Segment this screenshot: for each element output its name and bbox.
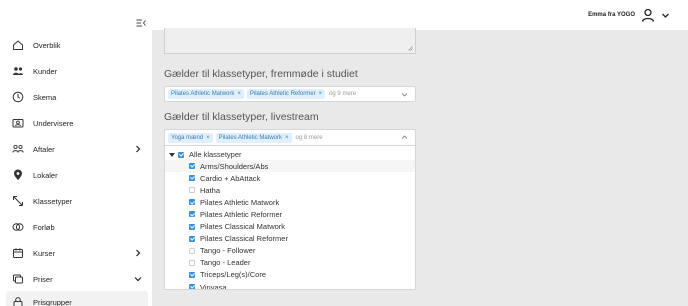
sidebar-item-label: Klassetyper (33, 196, 73, 206)
sidebar-item-label: Prisgrupper (33, 297, 72, 306)
tree-item-label: Tango - Leader (200, 258, 251, 268)
sidebar-item-label: Undervisere (33, 118, 74, 128)
selected-chip: Yoga mænd × (168, 132, 213, 143)
resize-handle-icon[interactable] (408, 46, 413, 51)
sidebar-item-aftaler[interactable]: Aftaler (6, 138, 148, 160)
selected-chip: Pilates Athletic Reformer × (246, 89, 326, 99)
tree-item-checkbox[interactable] (189, 284, 195, 289)
collapse-sidebar-icon[interactable] (136, 18, 146, 28)
lock-icon (13, 297, 23, 306)
people-icon (12, 144, 24, 153)
sidebar-item-kurser[interactable]: Kurser (6, 242, 148, 264)
tree-item-checkbox[interactable] (189, 235, 195, 242)
rings-icon (12, 223, 24, 231)
user-name: Emma fra YOGO (588, 12, 635, 18)
tree-root[interactable]: Alle klassetyper (169, 150, 242, 159)
sidebar-item-undervisere[interactable]: Undervisere (6, 112, 148, 134)
user-menu[interactable]: Emma fra YOGO (588, 8, 670, 22)
description-textarea[interactable] (164, 28, 416, 54)
tree-root-label: Alle klassetyper (189, 150, 242, 159)
classtypes-tree-dropdown: Alle klassetyper Arms/Shoulders/Abs Cardi… (164, 146, 416, 290)
livestream-classtypes-select[interactable]: Yoga mænd × Pilates Athletic Matwork × og … (164, 129, 416, 146)
tree-item-label: Triceps/Leg(s)/Core (200, 270, 266, 280)
tree-item-checkbox[interactable] (189, 223, 195, 230)
sidebar-item-label: Kurser (33, 248, 56, 258)
clock-icon (12, 91, 24, 103)
sidebar-item-forlob[interactable]: Forløb (6, 216, 148, 238)
tree-item[interactable]: Tango - Follower (189, 245, 415, 257)
tree-item-label: Vinyasa (200, 282, 227, 290)
users-icon (13, 67, 23, 75)
chevron-down-icon[interactable] (401, 91, 408, 98)
user-icon (641, 8, 655, 22)
tree-item-label: Arms/Shoulders/Abs (200, 161, 269, 171)
sidebar: Overblik Kunder Skema Undervisere Aftale… (0, 0, 152, 306)
more-count: og 8 mere (295, 134, 323, 141)
caret-down-icon[interactable] (169, 152, 175, 157)
tree-item-label: Pilates Athletic Reformer (200, 209, 283, 219)
calendar-icon (13, 248, 23, 258)
tree-item[interactable]: Vinyasa (189, 281, 415, 290)
chevron-down-icon (134, 277, 142, 282)
id-card-icon (12, 119, 24, 128)
tree-item-checkbox[interactable] (189, 259, 195, 266)
remove-chip-icon[interactable]: × (285, 135, 289, 141)
tree-item[interactable]: Pilates Athletic Matwork (189, 196, 415, 208)
remove-chip-icon[interactable]: × (319, 91, 323, 97)
sidebar-item-kunder[interactable]: Kunder (6, 60, 148, 82)
sidebar-item-label: Overblik (33, 40, 61, 50)
more-count: og 9 mere (329, 91, 357, 97)
sidebar-item-lokaler[interactable]: Lokaler (6, 164, 148, 186)
chevron-right-icon (136, 249, 141, 257)
arrows-icon (13, 196, 23, 206)
tree-item[interactable]: Triceps/Leg(s)/Core (189, 269, 415, 281)
sidebar-item-label: Kunder (33, 66, 58, 76)
studio-section-title: Gælder til klassetyper, fremmøde i studi… (164, 68, 358, 80)
tree-item-checkbox[interactable] (189, 187, 195, 194)
tree-item-checkbox[interactable] (189, 199, 195, 206)
tree-item[interactable]: Pilates Athletic Reformer (189, 208, 415, 220)
tree-item-label: Pilates Classical Reformer (200, 234, 288, 244)
sidebar-item-label: Aftaler (33, 144, 55, 154)
chevron-right-icon (136, 145, 141, 153)
selected-chip: Pilates Athletic Matwork × (215, 132, 292, 143)
tree-item-checkbox[interactable] (189, 163, 195, 169)
select-all-checkbox[interactable] (178, 151, 184, 158)
tree-item-checkbox[interactable] (189, 211, 195, 218)
tree-item[interactable]: Cardio + AbAttack (189, 172, 415, 184)
tree-item-label: Pilates Athletic Matwork (200, 197, 280, 207)
sidebar-item-klassetyper[interactable]: Klassetyper (6, 190, 148, 212)
sidebar-item-overblik[interactable]: Overblik (6, 34, 148, 56)
tree-item[interactable]: Pilates Classical Reformer (189, 233, 415, 245)
remove-chip-icon[interactable]: × (206, 135, 210, 141)
location-pin-icon (14, 169, 22, 180)
sidebar-item-label: Lokaler (33, 170, 58, 180)
sidebar-item-priser[interactable]: Priser (6, 268, 148, 290)
sidebar-item-prisgrupper[interactable]: Prisgrupper (6, 291, 148, 306)
chevron-up-icon[interactable] (401, 134, 408, 141)
tree-item-checkbox[interactable] (189, 271, 195, 278)
tree-item-checkbox[interactable] (189, 247, 195, 254)
sidebar-item-label: Priser (33, 274, 53, 284)
tree-item-label: Tango - Follower (200, 246, 256, 256)
sidebar-item-label: Skema (33, 92, 57, 102)
sidebar-item-label: Forløb (33, 222, 55, 232)
livestream-section-title: Gælder til klassetyper, livestream (164, 111, 319, 123)
selected-chip: Pilates Athletic Matwork × (168, 89, 244, 99)
price-tag-icon (13, 274, 23, 284)
tree-item-label: Cardio + AbAttack (200, 173, 261, 183)
tree-item-label: Hatha (200, 185, 221, 195)
tree-item[interactable]: Tango - Leader (189, 257, 415, 269)
tree-item[interactable]: Pilates Classical Matwork (189, 221, 415, 233)
sidebar-item-skema[interactable]: Skema (6, 86, 148, 108)
tree-item[interactable]: Arms/Shoulders/Abs (165, 160, 415, 172)
studio-classtypes-select[interactable]: Pilates Athletic Matwork × Pilates Athlet… (164, 86, 416, 102)
tree-item-label: Pilates Classical Matwork (200, 222, 286, 231)
tree-item[interactable]: Hatha (189, 184, 415, 196)
tree-item-checkbox[interactable] (189, 175, 195, 182)
main-content: Gælder til klassetyper, fremmøde i studi… (152, 28, 688, 306)
remove-chip-icon[interactable]: × (237, 91, 241, 97)
home-icon (13, 40, 23, 50)
chevron-down-icon[interactable] (661, 11, 670, 20)
